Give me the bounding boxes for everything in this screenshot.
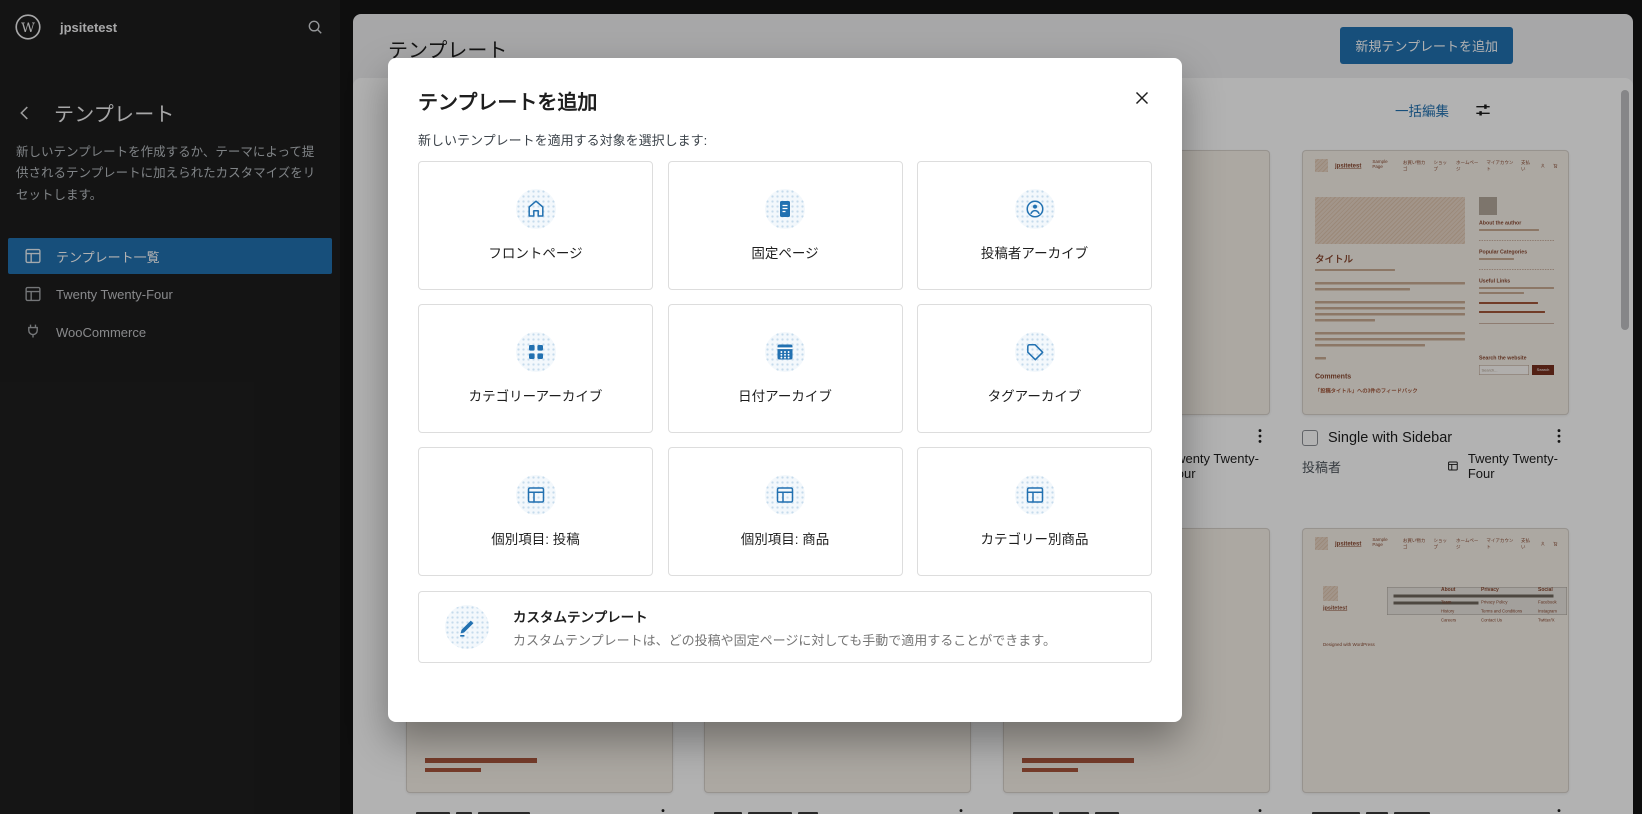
option-single-product[interactable]: 個別項目: 商品 [667, 447, 903, 576]
option-products-by-category[interactable]: カテゴリー別商品 [917, 447, 1152, 576]
option-single-post[interactable]: 個別項目: 投稿 [418, 447, 653, 576]
option-front-page[interactable]: フロントページ [418, 161, 653, 290]
calendar-icon [765, 332, 805, 372]
option-date-archive[interactable]: 日付アーカイブ [667, 304, 903, 433]
tag-icon [1014, 332, 1055, 372]
author-icon [1014, 189, 1055, 229]
custom-template-title: カスタムテンプレート [513, 609, 648, 625]
layout-icon [515, 475, 556, 515]
modal-subtitle: 新しいテンプレートを適用する対象を選択します: [418, 133, 708, 148]
close-icon[interactable] [1126, 82, 1158, 114]
add-template-modal: テンプレートを追加 新しいテンプレートを適用する対象を選択します: フロントペー… [388, 58, 1182, 722]
option-custom-template[interactable]: カスタムテンプレート カスタムテンプレートは、どの投稿や固定ページに対しても手動… [418, 591, 1152, 663]
custom-template-description: カスタムテンプレートは、どの投稿や固定ページに対しても手動で適用することができま… [513, 632, 1057, 648]
layout-icon [765, 475, 805, 515]
category-icon [515, 332, 556, 372]
option-page[interactable]: 固定ページ [667, 161, 903, 290]
template-type-grid: フロントページ 固定ページ 投稿者アーカイブ カテゴリーアーカイブ 日付アーカイ… [418, 161, 1152, 576]
page-icon [765, 189, 805, 229]
layout-icon [1014, 475, 1055, 515]
pencil-icon [445, 605, 489, 649]
option-author-archive[interactable]: 投稿者アーカイブ [917, 161, 1152, 290]
option-tag-archive[interactable]: タグアーカイブ [917, 304, 1152, 433]
home-icon [515, 189, 556, 229]
option-category-archive[interactable]: カテゴリーアーカイブ [418, 304, 653, 433]
modal-title: テンプレートを追加 [418, 92, 598, 114]
